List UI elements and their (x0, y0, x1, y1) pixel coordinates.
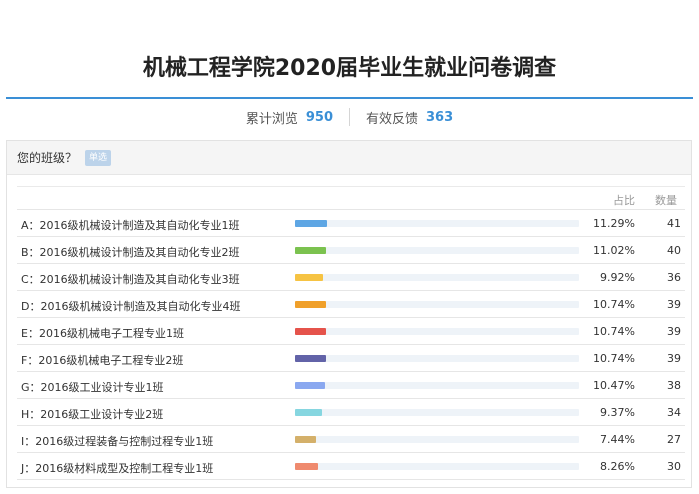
option-label: B：2016级机械设计制造及其自动化专业2班 (21, 246, 240, 259)
table-row: B：2016级机械设计制造及其自动化专业2班 11.02% 40 (17, 237, 685, 264)
table-row: A：2016级机械设计制造及其自动化专业1班 11.29% 41 (17, 210, 685, 237)
progress-fill (295, 328, 326, 335)
table-row: G：2016级工业设计专业1班 10.47% 38 (17, 372, 685, 399)
option-label: I：2016级过程装备与控制过程专业1班 (21, 435, 214, 448)
question-header: 您的班级？ 单选 (7, 141, 691, 175)
option-percentage: 10.74% (593, 298, 635, 311)
option-percentage: 11.02% (593, 244, 635, 257)
progress-fill (295, 409, 322, 416)
option-percentage: 9.92% (600, 271, 635, 284)
option-percentage: 7.44% (600, 433, 635, 446)
stats-bar: 累计浏览 950 有效反馈 363 (0, 107, 699, 127)
progress-fill (295, 301, 326, 308)
table-row: J：2016级材料成型及控制工程专业1班 8.26% 30 (17, 453, 685, 480)
option-label: E：2016级机械电子工程专业1班 (21, 327, 184, 340)
option-label: C：2016级机械设计制造及其自动化专业3班 (21, 273, 240, 286)
option-percentage: 10.74% (593, 325, 635, 338)
progress-track (295, 274, 579, 281)
table-row: D：2016级机械设计制造及其自动化专业4班 10.74% 39 (17, 291, 685, 318)
progress-track (295, 382, 579, 389)
option-label: F：2016级机械电子工程专业2班 (21, 354, 184, 367)
option-count: 39 (667, 352, 681, 365)
option-percentage: 10.74% (593, 352, 635, 365)
option-count: 38 (667, 379, 681, 392)
option-label: G：2016级工业设计专业1班 (21, 381, 164, 394)
progress-track (295, 220, 579, 227)
option-percentage: 11.29% (593, 217, 635, 230)
question-card: 您的班级？ 单选 占比 数量 A：2016级机械设计制造及其自动化专业1班 11.… (6, 140, 692, 488)
results-table: 占比 数量 A：2016级机械设计制造及其自动化专业1班 11.29% 41 B：20… (17, 186, 685, 480)
option-percentage: 10.47% (593, 379, 635, 392)
views-label: 累计浏览 (245, 111, 298, 127)
title-divider (6, 97, 693, 99)
option-label: A：2016级机械设计制造及其自动化专业1班 (21, 219, 240, 232)
table-row: F：2016级机械电子工程专业2班 10.74% 39 (17, 345, 685, 372)
column-header-ratio: 占比 (613, 194, 635, 207)
views-count: 950 (305, 109, 333, 125)
column-header-count: 数量 (655, 194, 677, 207)
stats-divider (349, 108, 350, 126)
option-count: 39 (667, 298, 681, 311)
option-label: H：2016级工业设计专业2班 (21, 408, 164, 421)
page-title: 机械工程学院2020届毕业生就业问卷调查 (142, 56, 557, 81)
progress-track (295, 463, 579, 470)
progress-fill (295, 382, 325, 389)
progress-fill (295, 355, 326, 362)
table-row: I：2016级过程装备与控制过程专业1班 7.44% 27 (17, 426, 685, 453)
option-count: 30 (667, 460, 681, 473)
table-row: E：2016级机械电子工程专业1班 10.74% 39 (17, 318, 685, 345)
progress-track (295, 328, 579, 335)
progress-fill (295, 463, 319, 470)
question-text: 您的班级？ (17, 151, 78, 165)
option-count: 27 (667, 433, 681, 446)
option-percentage: 9.37% (600, 406, 635, 419)
progress-fill (295, 436, 317, 443)
option-count: 39 (667, 325, 681, 338)
progress-track (295, 355, 579, 362)
option-label: D：2016级机械设计制造及其自动化专业4班 (21, 300, 241, 313)
table-header: 占比 数量 (17, 187, 685, 210)
feedback-count: 363 (426, 109, 454, 125)
option-count: 34 (667, 406, 681, 419)
table-row: C：2016级机械设计制造及其自动化专业3班 9.92% 36 (17, 264, 685, 291)
feedback-label: 有效反馈 (366, 111, 419, 127)
option-percentage: 8.26% (600, 460, 635, 473)
progress-track (295, 436, 579, 443)
table-row: H：2016级工业设计专业2班 9.37% 34 (17, 399, 685, 426)
progress-fill (295, 220, 328, 227)
question-type-badge: 单选 (85, 149, 112, 166)
option-label: J：2016级材料成型及控制工程专业1班 (21, 462, 214, 475)
option-count: 36 (667, 271, 681, 284)
table-body: A：2016级机械设计制造及其自动化专业1班 11.29% 41 B：2016级机械设… (17, 210, 685, 480)
progress-track (295, 247, 579, 254)
progress-fill (295, 247, 327, 254)
progress-fill (295, 274, 324, 281)
progress-track (295, 409, 579, 416)
option-count: 41 (667, 217, 681, 230)
progress-track (295, 301, 579, 308)
option-count: 40 (667, 244, 681, 257)
